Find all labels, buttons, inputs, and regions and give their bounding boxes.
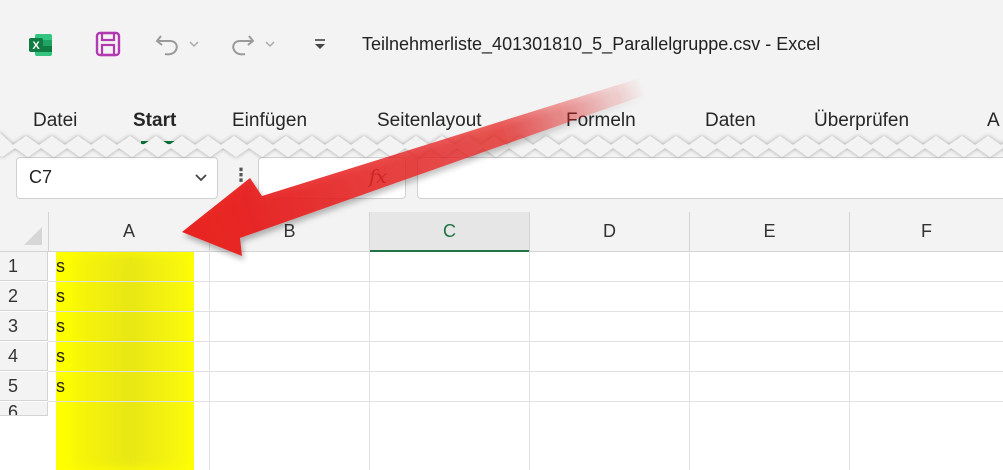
cell-a4[interactable]: s xyxy=(56,342,76,371)
gridline xyxy=(48,281,1003,282)
cell-a1[interactable]: s xyxy=(56,252,76,281)
excel-logo-icon: X xyxy=(28,32,54,58)
spreadsheet-grid: A B C D E F 1 2 3 4 5 6 s s s s s xyxy=(0,212,1003,470)
gridline xyxy=(48,311,1003,312)
gridline xyxy=(689,251,690,470)
chevron-down-icon xyxy=(189,41,199,48)
column-header-d[interactable]: D xyxy=(530,212,690,252)
select-all-button[interactable] xyxy=(0,212,49,252)
svg-text:X: X xyxy=(32,40,40,52)
undo-dropdown[interactable] xyxy=(186,36,202,52)
row-header-3[interactable]: 3 xyxy=(0,312,48,341)
row-header-5[interactable]: 5 xyxy=(0,372,48,401)
gridline xyxy=(369,251,370,470)
redo-dropdown[interactable] xyxy=(262,36,278,52)
row-header-4[interactable]: 4 xyxy=(0,342,48,371)
torn-edge-decoration xyxy=(0,133,1003,157)
save-icon xyxy=(95,31,121,57)
gridline xyxy=(209,251,210,470)
gridline xyxy=(529,251,530,470)
redo-icon xyxy=(232,35,255,56)
select-all-icon xyxy=(24,227,42,245)
undo-button[interactable] xyxy=(150,28,184,60)
column-header-e[interactable]: E xyxy=(690,212,850,252)
title-bar: X Teilnehmerliste_401301810_5_Parallelgr… xyxy=(0,0,1003,90)
column-header-f[interactable]: F xyxy=(850,212,1003,252)
cell-a2[interactable]: s xyxy=(56,282,76,311)
column-header-a[interactable]: A xyxy=(49,212,210,252)
customize-qat-icon xyxy=(315,39,325,49)
undo-icon xyxy=(155,35,178,56)
redacted-blur xyxy=(72,252,188,470)
cell-a5[interactable]: s xyxy=(56,372,76,401)
column-header-c[interactable]: C xyxy=(370,212,530,252)
window-title: Teilnehmerliste_401301810_5_Parallelgrup… xyxy=(362,34,821,54)
gridline xyxy=(849,251,850,470)
row-header-6[interactable]: 6 xyxy=(0,402,48,416)
name-box-value: C7 xyxy=(29,167,53,187)
gridline xyxy=(48,341,1003,342)
row-header-1[interactable]: 1 xyxy=(0,252,48,281)
chevron-down-icon xyxy=(265,41,275,48)
chevron-down-icon[interactable] xyxy=(193,170,209,186)
cell-a3[interactable]: s xyxy=(56,312,76,341)
column-header-b[interactable]: B xyxy=(210,212,370,252)
gridline xyxy=(48,371,1003,372)
gridline xyxy=(48,401,1003,402)
redo-button[interactable] xyxy=(226,28,260,60)
save-button[interactable] xyxy=(92,28,124,60)
row-header-2[interactable]: 2 xyxy=(0,282,48,311)
customize-qat-button[interactable] xyxy=(310,32,330,56)
